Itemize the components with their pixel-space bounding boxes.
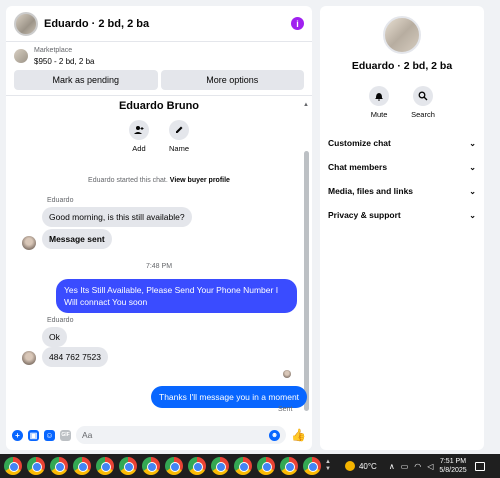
menu-item-label: Chat members (328, 162, 388, 172)
chrome-icon[interactable] (73, 457, 91, 475)
info-icon[interactable]: i (291, 17, 304, 30)
listing-label: Marketplace (34, 47, 73, 54)
menu-item-label: Media, files and links (328, 186, 414, 196)
profile-name: Eduardo Bruno (118, 100, 200, 112)
sender-avatar[interactable] (22, 236, 36, 250)
sender-label: Eduardo (47, 197, 74, 204)
mute-label: Mute (370, 110, 388, 119)
chevron-down-icon: ⌄ (469, 138, 476, 148)
plus-icon[interactable]: + (12, 429, 23, 441)
chat-settings-panel: Eduardo · 2 bd, 2 ba Mute Search Customi… (320, 6, 484, 450)
chrome-icon[interactable] (280, 457, 298, 475)
menu-item-chat-members[interactable]: Chat members ⌄ (320, 155, 484, 179)
sun-icon (344, 461, 355, 471)
chat-header: Eduardo · 2 bd, 2 ba i (6, 6, 312, 42)
wifi-icon[interactable]: ◠ (414, 462, 421, 471)
clock-time: 7:51 PM (439, 458, 467, 465)
chrome-icon[interactable] (27, 457, 45, 475)
chevron-down-icon: ⌄ (469, 186, 476, 196)
scrollbar[interactable] (304, 151, 309, 411)
listing-thumbnail (14, 49, 28, 63)
view-buyer-profile-link[interactable]: View buyer profile (170, 177, 230, 184)
temperature: 40°C (358, 461, 377, 471)
menu-item-label: Customize chat (328, 138, 391, 148)
chrome-icon[interactable] (165, 457, 183, 475)
mute-action[interactable]: Mute (369, 86, 390, 119)
name-label: Name (168, 144, 189, 153)
weather-widget[interactable]: 40°C (344, 461, 377, 471)
chrome-icon[interactable] (142, 457, 160, 475)
chat-panel: Eduardo · 2 bd, 2 ba i Marketplace $950 … (6, 6, 312, 450)
composer: + ▣ ☺ GIF Aa ☻ 👍 (6, 420, 312, 450)
chat-started-note: Eduardo started this chat. View buyer pr… (6, 177, 312, 184)
taskbar-apps (0, 457, 321, 475)
message-bubble-in[interactable]: 484 762 7523 (42, 347, 108, 367)
thumbs-up-icon[interactable]: 👍 (291, 428, 306, 442)
message-bubble-in[interactable]: Good morning, is this still available? (42, 207, 192, 227)
chrome-icon[interactable] (211, 457, 229, 475)
clock-date: 5/8/2025 (439, 467, 467, 474)
sent-status: Sent (278, 406, 293, 413)
search-icon (412, 86, 433, 106)
add-action[interactable]: Add (128, 120, 149, 153)
search-action[interactable]: Search (411, 86, 435, 119)
sender-label: Eduardo (47, 317, 74, 324)
chrome-icon[interactable] (50, 457, 68, 475)
chat-title[interactable]: Eduardo · 2 bd, 2 ba (44, 18, 291, 30)
pencil-icon (168, 120, 189, 140)
taskbar-scroll-icon[interactable]: ▲ ▼ (325, 459, 331, 473)
bell-icon (369, 86, 390, 106)
read-receipt-avatar (283, 370, 291, 378)
menu-item-media-files[interactable]: Media, files and links ⌄ (320, 179, 484, 203)
message-input-placeholder: Aa (82, 430, 93, 440)
message-bubble-out[interactable]: Yes Its Still Available, Please Send You… (56, 279, 297, 313)
chevron-up-icon[interactable]: ∧ (389, 462, 395, 471)
message-input[interactable]: Aa ☻ (76, 426, 287, 444)
listing-avatar-large (383, 16, 421, 54)
add-label: Add (132, 144, 146, 153)
chrome-icon[interactable] (96, 457, 114, 475)
name-action[interactable]: Name (168, 120, 189, 153)
settings-menu: Customize chat ⌄ Chat members ⌄ Media, fil… (320, 131, 484, 227)
chrome-icon[interactable] (4, 457, 22, 475)
sticker-icon[interactable]: ☺ (44, 429, 55, 441)
listing-summary[interactable]: Marketplace $950 - 2 bd, 2 ba (6, 42, 312, 70)
chrome-icon[interactable] (257, 457, 275, 475)
chrome-icon[interactable] (303, 457, 321, 475)
add-person-icon (128, 120, 149, 140)
chevron-down-icon: ⌄ (469, 210, 476, 220)
listing-price: $950 - 2 bd, 2 ba (34, 57, 95, 66)
menu-item-privacy-support[interactable]: Privacy & support ⌄ (320, 203, 484, 227)
notification-icon[interactable] (474, 461, 485, 471)
chevron-down-icon: ⌄ (469, 162, 476, 172)
clock[interactable]: 7:51 PM 5/8/2025 (439, 457, 466, 475)
message-timestamp: 7:48 PM (145, 263, 173, 270)
chrome-icon[interactable] (188, 457, 206, 475)
system-tray: ∧ ▭ ◠ ◁ (389, 462, 434, 471)
emoji-icon[interactable]: ☻ (269, 429, 281, 441)
message-bubble-in[interactable]: Ok (42, 327, 67, 347)
side-title: Eduardo · 2 bd, 2 ba (351, 60, 453, 72)
started-text: Eduardo started this chat. (88, 177, 168, 184)
profile-block: Eduardo Bruno Add Name Eduardo started t… (6, 100, 312, 184)
menu-item-customize-chat[interactable]: Customize chat ⌄ (320, 131, 484, 155)
speaker-icon[interactable]: ◁ (427, 462, 433, 471)
message-bubble-in[interactable]: Message sent (42, 229, 112, 249)
image-icon[interactable]: ▣ (28, 429, 39, 441)
listing-avatar[interactable] (14, 11, 38, 36)
chrome-icon[interactable] (234, 457, 252, 475)
chrome-icon[interactable] (119, 457, 137, 475)
mark-pending-button[interactable]: Mark as pending (14, 70, 158, 90)
search-label: Search (411, 110, 435, 119)
message-bubble-out[interactable]: Thanks I'll message you in a moment (151, 386, 308, 408)
gif-icon[interactable]: GIF (60, 429, 71, 441)
sender-avatar[interactable] (22, 351, 36, 365)
taskbar: ▲ ▼ 40°C ∧ ▭ ◠ ◁ 7:51 PM 5/8/2025 (0, 454, 500, 478)
divider (6, 95, 312, 96)
network-icon[interactable]: ▭ (401, 462, 409, 471)
scroll-up-icon[interactable]: ▲ (303, 102, 309, 108)
more-options-button[interactable]: More options (160, 70, 304, 90)
menu-item-label: Privacy & support (328, 210, 401, 220)
